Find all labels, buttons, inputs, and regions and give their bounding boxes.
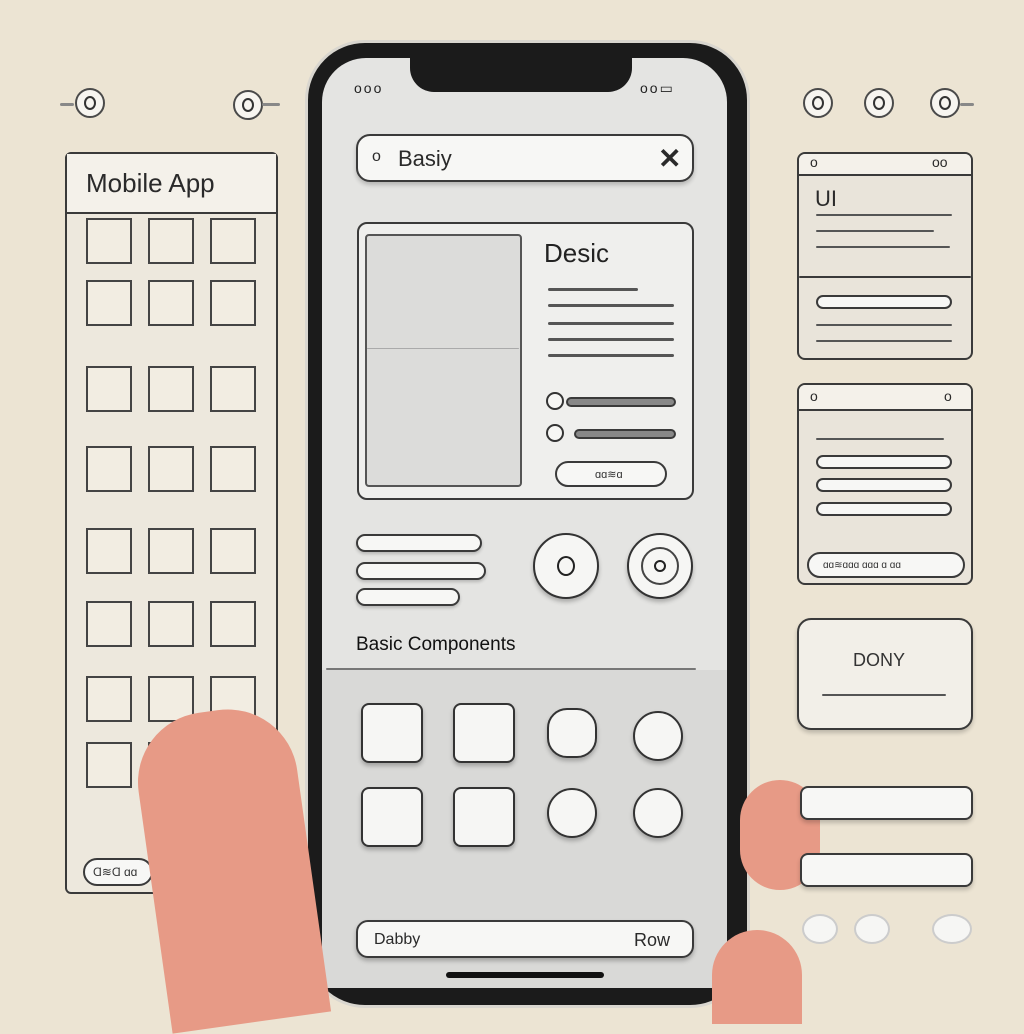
text-line [548, 338, 674, 341]
divider [262, 103, 280, 106]
grid-cell [210, 280, 256, 326]
list-pill[interactable] [816, 295, 952, 309]
grid-cell [210, 446, 256, 492]
circle-icon: o [372, 148, 381, 165]
rounded-tile[interactable] [547, 708, 597, 758]
right-pill[interactable] [800, 786, 973, 820]
target-icon [641, 547, 679, 585]
grid-cell [148, 601, 194, 647]
text-line [548, 354, 674, 357]
slider-track[interactable] [574, 429, 676, 439]
divider [60, 103, 74, 106]
grid-cell [210, 366, 256, 412]
grid-cell [210, 218, 256, 264]
toolbar-dot-icon [233, 90, 263, 120]
grid-cell [86, 742, 132, 788]
hand-thumb [128, 700, 332, 1034]
section-title: Basic Components [356, 634, 516, 655]
list-pill[interactable] [356, 588, 460, 606]
grid-cell [86, 601, 132, 647]
square-tile[interactable] [361, 787, 423, 847]
grid-cell [86, 280, 132, 326]
close-icon[interactable]: ✕ [658, 142, 681, 175]
radio-button[interactable] [546, 424, 564, 442]
grid-cell [148, 218, 194, 264]
square-tile[interactable] [361, 703, 423, 763]
text-line [548, 288, 638, 291]
right-panel-footer-button[interactable]: ɑɑ≋ɑɑɑ ɑɑɑ ɑ ɑɑ [807, 552, 965, 578]
grid-cell [86, 218, 132, 264]
grid-cell [210, 601, 256, 647]
toolbar-dot-icon [864, 88, 894, 118]
text-line [816, 230, 934, 232]
text-line [548, 304, 674, 307]
list-pill[interactable] [816, 478, 952, 492]
window-control-icon: oo [932, 154, 948, 170]
record-button[interactable] [533, 533, 599, 599]
divider [960, 103, 974, 106]
text-line [548, 322, 674, 325]
card-action-button[interactable]: ɑɑ≋ɑ [555, 461, 667, 487]
text-line [816, 340, 952, 342]
text-line [822, 694, 946, 696]
round-tile[interactable] [633, 711, 683, 761]
text-line [816, 214, 952, 216]
toolbar-dot-icon [803, 88, 833, 118]
status-battery-icon: oo▭ [640, 80, 675, 96]
right-panel-ui [797, 152, 973, 360]
phone-notch [410, 52, 632, 92]
target-button[interactable] [627, 533, 693, 599]
text-line [816, 246, 950, 248]
bottom-bar[interactable]: Dabby Row [356, 920, 694, 958]
record-icon [557, 556, 575, 576]
grid-cell [148, 366, 194, 412]
text-line [816, 324, 952, 326]
left-panel-footer-button[interactable]: Ɑ≋Ɑ ɑɑ [83, 858, 153, 886]
done-card[interactable] [797, 618, 973, 730]
window-control-icon: o [944, 388, 952, 404]
search-value: Basiy [398, 146, 452, 171]
round-tile[interactable] [633, 788, 683, 838]
grid-cell [86, 676, 132, 722]
list-pill[interactable] [816, 502, 952, 516]
radio-button[interactable] [546, 392, 564, 410]
home-indicator[interactable] [446, 972, 604, 978]
round-tile[interactable] [547, 788, 597, 838]
grid-cell [86, 366, 132, 412]
window-control-icon: o [810, 154, 818, 170]
list-pill[interactable] [356, 534, 482, 552]
search-input[interactable]: o Basiy ✕ [356, 134, 694, 182]
grid-cell [148, 280, 194, 326]
round-tile[interactable] [802, 914, 838, 944]
done-card-title: DONY [853, 650, 906, 670]
list-pill[interactable] [356, 562, 486, 580]
toolbar-dot-icon [930, 88, 960, 118]
grid-cell [148, 528, 194, 574]
square-tile[interactable] [453, 787, 515, 847]
divider [367, 348, 519, 349]
right-pill[interactable] [800, 853, 973, 887]
card-title: Desic [544, 238, 610, 268]
slider-track[interactable] [566, 397, 676, 407]
right-panel-title: UI [815, 186, 837, 211]
hand-fingers [712, 930, 802, 1024]
bottom-bar-right-label: Row [634, 930, 671, 950]
status-signal-icon: ooo [354, 80, 384, 96]
window-control-icon: o [810, 388, 818, 404]
grid-cell [148, 446, 194, 492]
round-tile[interactable] [854, 914, 890, 944]
grid-cell [86, 528, 132, 574]
text-line [816, 438, 944, 440]
square-tile[interactable] [453, 703, 515, 763]
left-panel-title: Mobile App [86, 168, 215, 198]
toolbar-dot-icon [75, 88, 105, 118]
grid-cell [86, 446, 132, 492]
round-tile[interactable] [932, 914, 972, 944]
divider [799, 276, 971, 278]
list-pill[interactable] [816, 455, 952, 469]
bottom-bar-left-label: Dabby [374, 931, 421, 948]
image-placeholder [365, 234, 522, 487]
grid-cell [210, 528, 256, 574]
